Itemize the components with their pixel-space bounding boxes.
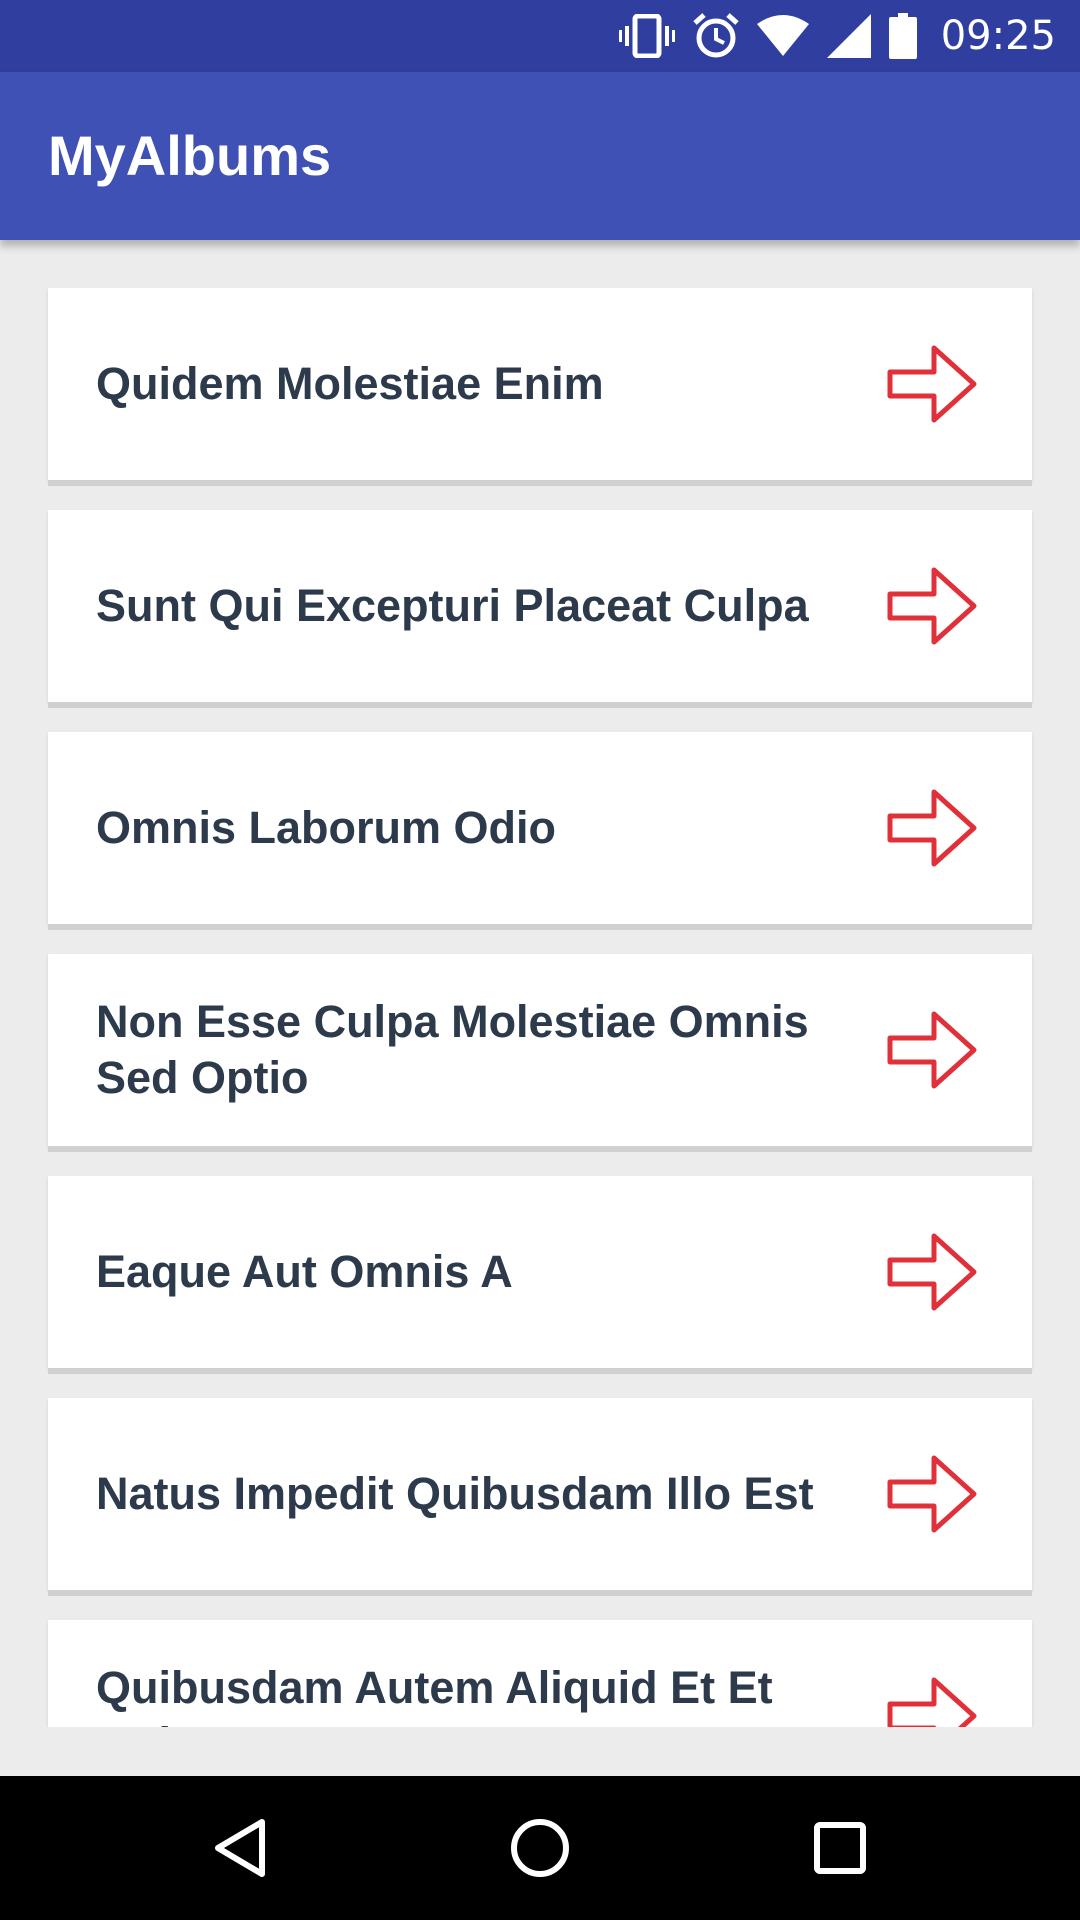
album-card[interactable]: Natus Impedit Quibusdam Illo Est [48,1398,1032,1590]
recents-button[interactable] [768,1776,912,1920]
back-icon [215,1819,265,1877]
app-title: MyAlbums [48,124,332,187]
status-icons: 09:25 [618,0,1056,72]
album-title: Quibusdam Autem Aliquid Et Et Quia [96,1662,773,1727]
album-title: Omnis Laborum Odio [96,802,557,853]
recents-icon [814,1822,866,1874]
arrow-right-icon[interactable] [882,556,982,656]
battery-icon [888,13,917,59]
back-button[interactable] [168,1776,312,1920]
app-bar: MyAlbums [0,72,1080,240]
arrow-right-icon[interactable] [882,778,982,878]
album-card[interactable]: Non Esse Culpa Molestiae Omnis Sed Optio [48,954,1032,1146]
album-card[interactable]: Quibusdam Autem Aliquid Et Et Quia [48,1620,1032,1727]
album-card[interactable]: Eaque Aut Omnis A [48,1176,1032,1368]
status-bar: 09:25 [0,0,1080,72]
status-time: 09:25 [940,13,1056,59]
navigation-bar [0,1776,1080,1920]
signal-icon [826,14,871,58]
album-title: Sunt Qui Excepturi Placeat Culpa [96,580,809,631]
album-list: Quidem Molestiae Enim Sunt Qui Excepturi… [48,288,1032,1727]
album-title: Quidem Molestiae Enim [96,358,604,409]
album-card[interactable]: Quidem Molestiae Enim [48,288,1032,480]
wifi-icon [756,15,809,56]
album-title: Eaque Aut Omnis A [96,1246,513,1297]
vibrate-icon [618,14,675,58]
arrow-right-icon[interactable] [882,1222,982,1322]
album-title: Non Esse Culpa Molestiae Omnis Sed Optio [96,996,809,1103]
album-card[interactable]: Sunt Qui Excepturi Placeat Culpa [48,510,1032,702]
album-list-viewport[interactable]: Quidem Molestiae Enim Sunt Qui Excepturi… [0,240,1080,1727]
arrow-right-icon[interactable] [882,1000,982,1100]
arrow-right-icon[interactable] [882,1666,982,1727]
arrow-right-icon[interactable] [882,334,982,434]
alarm-icon [693,13,739,58]
arrow-right-icon[interactable] [882,1444,982,1544]
album-title: Natus Impedit Quibusdam Illo Est [96,1468,814,1519]
home-button[interactable] [468,1776,612,1920]
home-icon [511,1819,569,1877]
album-card[interactable]: Omnis Laborum Odio [48,732,1032,924]
